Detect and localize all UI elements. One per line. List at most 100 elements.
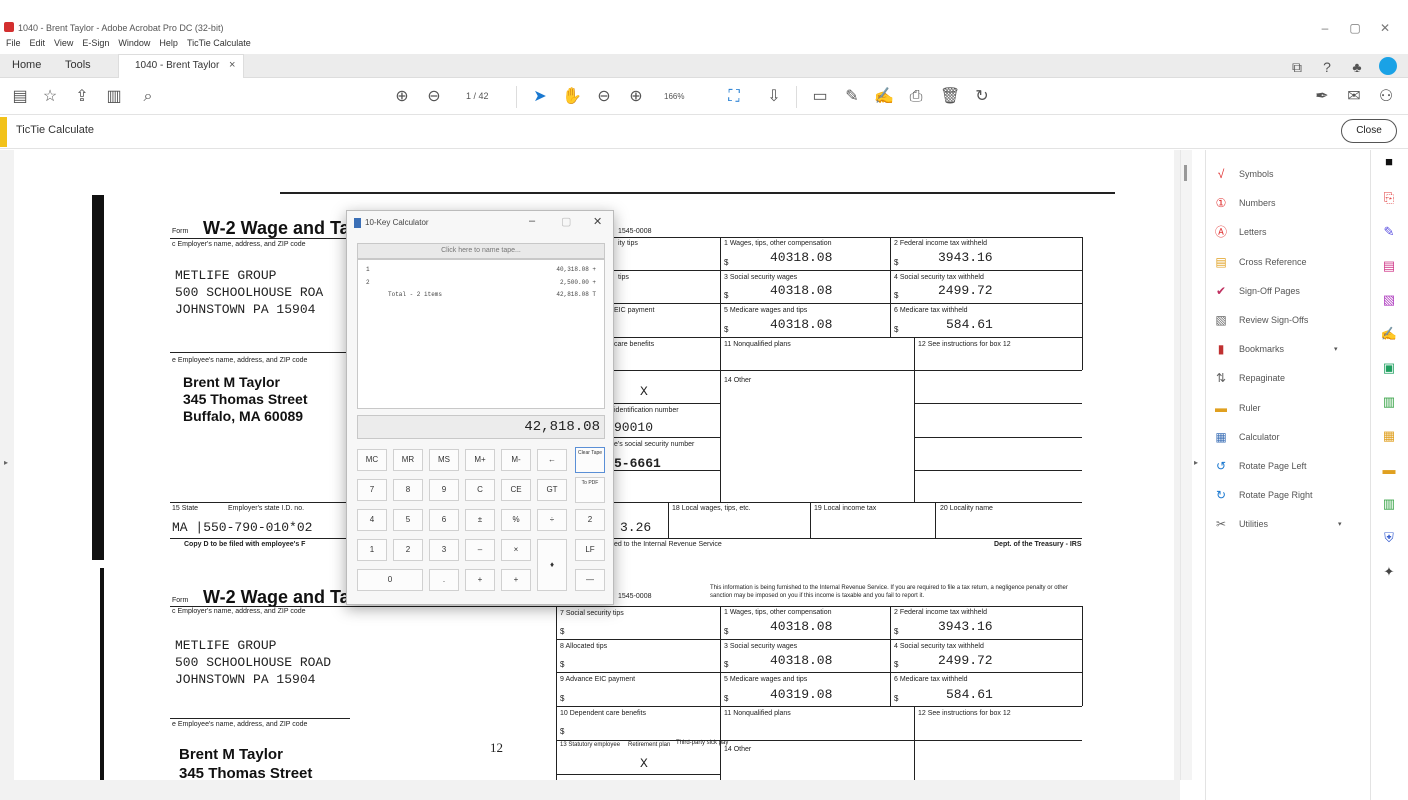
panel-item-numbers[interactable]: ① Numbers	[1213, 194, 1276, 212]
panel-item-review-sign-offs[interactable]: ▧ Review Sign-Offs	[1213, 311, 1308, 329]
zoom-level-dropdown[interactable]: 166%	[664, 92, 684, 101]
share-icon[interactable]: ⧉	[1288, 58, 1306, 76]
memory-add-key[interactable]: M+	[465, 449, 495, 471]
menu-window[interactable]: Window	[118, 38, 150, 52]
menu-file[interactable]: File	[6, 38, 21, 52]
calculator-close-button[interactable]: ✕	[593, 215, 602, 228]
menu-edit[interactable]: Edit	[30, 38, 46, 52]
comment-icon[interactable]: ▭	[810, 87, 830, 107]
avatar[interactable]	[1379, 57, 1397, 75]
fill-sign-tool-icon[interactable]: ✍	[1380, 325, 1398, 343]
tab-home[interactable]: Home	[12, 59, 41, 71]
combine-files-icon[interactable]: ▥	[1380, 393, 1398, 411]
backspace-key[interactable]: ←	[537, 449, 567, 471]
add-total-key[interactable]: +	[501, 569, 531, 591]
panel-item-rotate-page-left[interactable]: ↺ Rotate Page Left	[1213, 457, 1307, 475]
stamp-icon[interactable]: ⎙	[906, 87, 926, 107]
delete-icon[interactable]: 🗑	[940, 87, 960, 107]
chevron-down-icon[interactable]: ▾	[1334, 345, 1338, 353]
chevron-down-icon[interactable]: ▾	[1338, 520, 1342, 528]
grand-total-key[interactable]: GT	[537, 479, 567, 501]
scroll-mode-icon[interactable]: ⇩	[764, 87, 784, 107]
edit-pdf-icon[interactable]: ▧	[1380, 291, 1398, 309]
help-icon[interactable]: ?	[1318, 58, 1336, 76]
memory-subtract-key[interactable]: M-	[501, 449, 531, 471]
create-pdf-tool-icon[interactable]: ▦	[1380, 427, 1398, 445]
tictie-icon[interactable]: ■	[1380, 153, 1398, 171]
calculator-minimize-button[interactable]: –	[529, 215, 535, 227]
key-3[interactable]: 3	[429, 539, 459, 561]
close-tool-button[interactable]: Close	[1341, 119, 1397, 143]
highlight-pen-icon[interactable]: ✎	[842, 87, 862, 107]
user-share-icon[interactable]: ⚇	[1376, 87, 1396, 107]
panel-item-ruler[interactable]: ▬ Ruler	[1213, 399, 1261, 417]
comment-tool-icon[interactable]: ✎	[1380, 223, 1398, 241]
key-7[interactable]: 7	[357, 479, 387, 501]
multiply-key[interactable]: ×	[501, 539, 531, 561]
maximize-button[interactable]: ▢	[1340, 18, 1370, 38]
scroll-thumb[interactable]	[1184, 165, 1187, 181]
panel-item-cross-reference[interactable]: ▤ Cross Reference	[1213, 253, 1306, 271]
sign-tool-icon[interactable]: ✒	[1312, 87, 1332, 107]
notification-bell-icon[interactable]: ♣	[1348, 58, 1366, 76]
add-key[interactable]: +	[465, 569, 495, 591]
decimals-key[interactable]: 2	[575, 509, 605, 531]
right-panel-collapse-icon[interactable]: ▸	[1194, 458, 1198, 467]
panel-item-letters[interactable]: Ⓐ Letters	[1213, 223, 1267, 241]
hand-tool-icon[interactable]: ✋	[562, 87, 582, 107]
close-window-button[interactable]: ✕	[1370, 18, 1400, 38]
key-8[interactable]: 8	[393, 479, 423, 501]
page-indicator[interactable]: 1 / 42	[466, 91, 489, 101]
panel-item-sign-off-pages[interactable]: ✔ Sign-Off Pages	[1213, 282, 1300, 300]
more-tools-icon[interactable]: ✦	[1380, 563, 1398, 581]
menu-esign[interactable]: E-Sign	[82, 38, 109, 52]
search-icon[interactable]: ⌕	[138, 87, 158, 107]
menu-help[interactable]: Help	[159, 38, 178, 52]
fill-sign-icon[interactable]: ✍	[874, 87, 894, 107]
key-5[interactable]: 5	[393, 509, 423, 531]
line-feed-key[interactable]: LF	[575, 539, 605, 561]
fit-page-icon[interactable]: ⛶	[724, 87, 744, 107]
tab-tools[interactable]: Tools	[65, 59, 91, 71]
menu-view[interactable]: View	[54, 38, 73, 52]
subtotal-key[interactable]: —	[575, 569, 605, 591]
protect-shield-icon[interactable]: ⛨	[1380, 529, 1398, 547]
tape-name-input[interactable]: Click here to name tape...	[357, 243, 605, 259]
panel-item-bookmarks[interactable]: ▮ Bookmarks ▾	[1213, 340, 1338, 358]
panel-item-calculator[interactable]: ▦ Calculator	[1213, 428, 1279, 446]
zoom-out-icon[interactable]: ⊖	[594, 87, 614, 107]
panel-item-symbols[interactable]: √ Symbols	[1213, 165, 1274, 183]
decimal-point-key[interactable]: .	[429, 569, 459, 591]
key-4[interactable]: 4	[357, 509, 387, 531]
menu-tictie-calculate[interactable]: TicTie Calculate	[187, 38, 251, 52]
vertical-scrollbar[interactable]	[1180, 150, 1192, 780]
print-icon[interactable]: ▥	[104, 87, 124, 107]
organize-pages-icon[interactable]: ▤	[1380, 257, 1398, 275]
key-0[interactable]: 0	[357, 569, 423, 591]
key-1[interactable]: 1	[357, 539, 387, 561]
key-9[interactable]: 9	[429, 479, 459, 501]
percent-key[interactable]: %	[501, 509, 531, 531]
previous-page-icon[interactable]: ⊕	[392, 87, 412, 107]
left-panel-expand-icon[interactable]: ▸	[4, 458, 8, 467]
panel-item-utilities[interactable]: ✂ Utilities ▾	[1213, 515, 1342, 533]
clear-key[interactable]: C	[465, 479, 495, 501]
create-pdf-icon[interactable]: ▤	[10, 87, 30, 107]
email-icon[interactable]: ✉	[1344, 87, 1364, 107]
plus-minus-key[interactable]: ±	[465, 509, 495, 531]
to-pdf-button[interactable]: To PDF	[575, 477, 605, 503]
memory-store-key[interactable]: MS	[429, 449, 459, 471]
print-production-icon[interactable]: ▥	[1380, 495, 1398, 513]
key-2[interactable]: 2	[393, 539, 423, 561]
calculator-maximize-button[interactable]: ▢	[561, 215, 571, 228]
minimize-button[interactable]: –	[1310, 18, 1340, 38]
tab-document[interactable]: 1040 - Brent Taylor ×	[118, 54, 244, 78]
next-page-icon[interactable]: ⊖	[424, 87, 444, 107]
panel-item-rotate-page-right[interactable]: ↻ Rotate Page Right	[1213, 486, 1313, 504]
comment-bubble-icon[interactable]: ▬	[1380, 461, 1398, 479]
zoom-in-icon[interactable]: ⊕	[626, 87, 646, 107]
export-pdf-icon[interactable]: ⎘	[1380, 189, 1398, 207]
key-6[interactable]: 6	[429, 509, 459, 531]
rotate-icon[interactable]: ↻	[972, 87, 992, 107]
memory-clear-key[interactable]: MC	[357, 449, 387, 471]
